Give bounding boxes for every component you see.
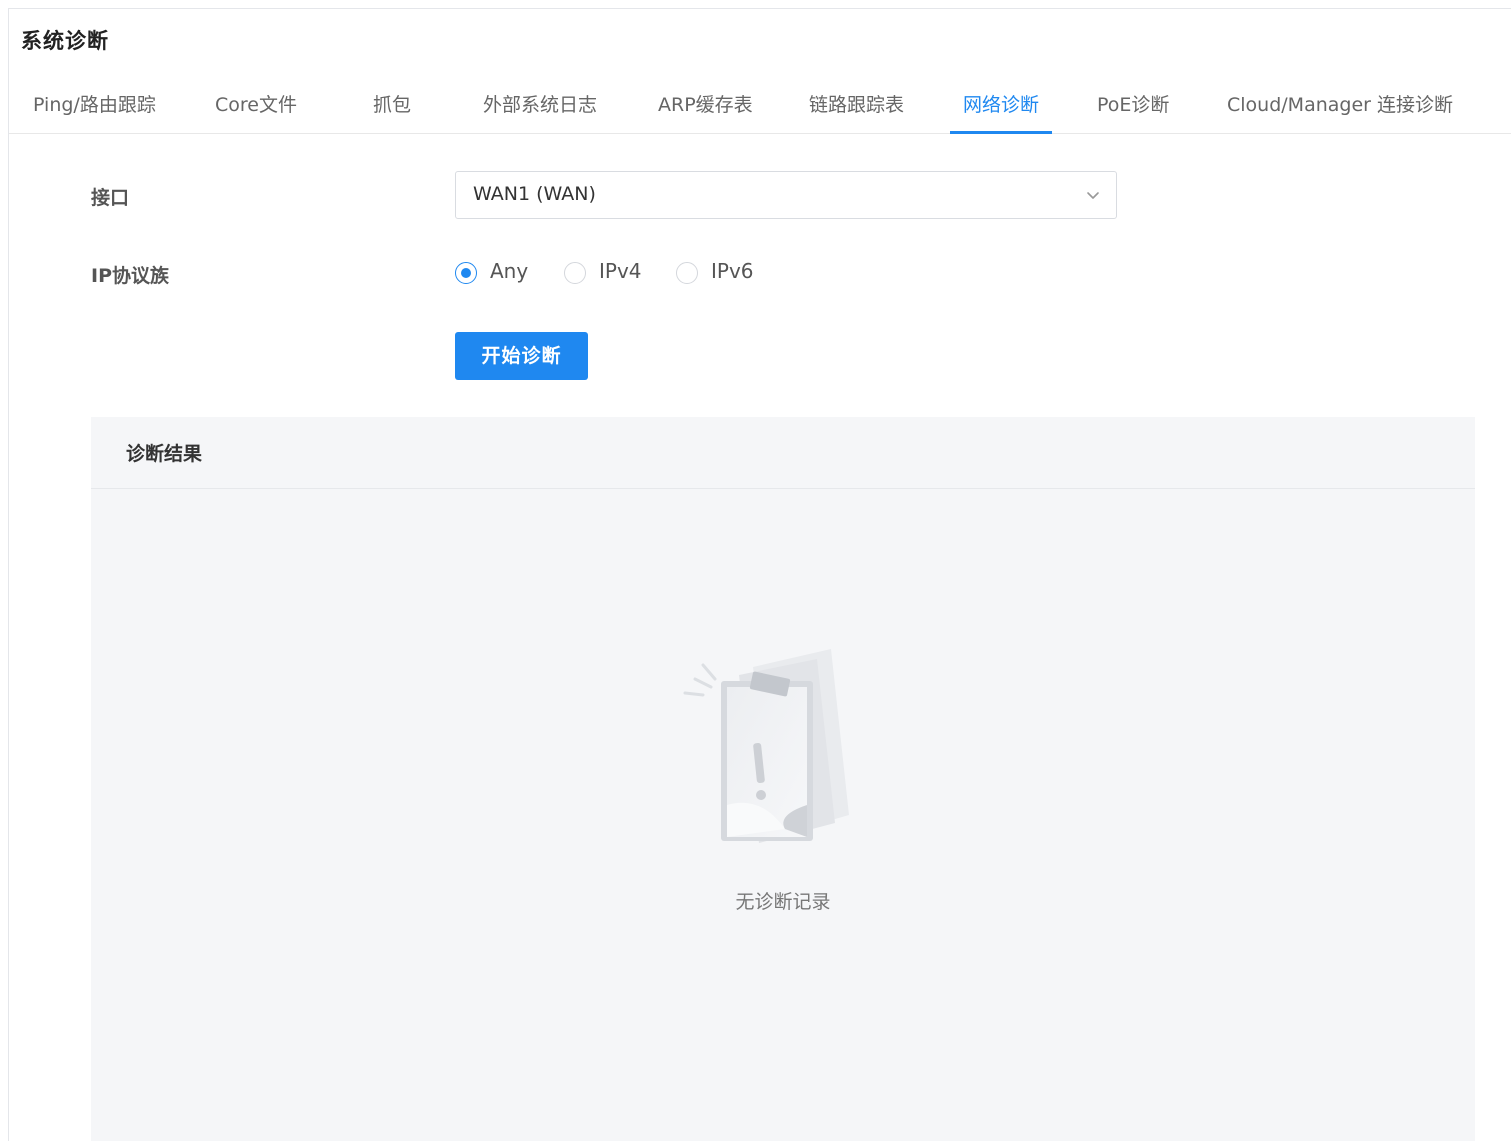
tab-network-diagnostics[interactable]: 网络诊断 (949, 87, 1053, 134)
diagnosis-result-panel: 诊断结果 无诊断记录 (91, 417, 1475, 1141)
interface-select-value: WAN1 (WAN) (473, 183, 596, 205)
radio-circle (455, 262, 477, 284)
interface-select[interactable]: WAN1 (WAN) (455, 171, 1117, 219)
interface-label: 接口 (91, 187, 130, 209)
tab-cloud-manager-diagnostics[interactable]: Cloud/Manager 连接诊断 (1227, 87, 1453, 133)
chevron-down-icon (1087, 192, 1099, 199)
result-title: 诊断结果 (126, 443, 203, 465)
radio-label: IPv4 (599, 259, 642, 283)
radio-label: IPv6 (711, 259, 754, 283)
start-diagnosis-button[interactable]: 开始诊断 (455, 332, 588, 380)
result-header: 诊断结果 (91, 417, 1475, 489)
diagnostics-page: 系统诊断 Ping/路由跟踪 Core文件 抓包 外部系统日志 ARP缓存表 链… (8, 8, 1511, 1141)
page-title: 系统诊断 (21, 29, 109, 53)
tab-bar: Ping/路由跟踪 Core文件 抓包 外部系统日志 ARP缓存表 链路跟踪表 … (9, 87, 1511, 134)
ip-family-label: IP协议族 (91, 265, 169, 287)
tab-packet-capture[interactable]: 抓包 (373, 87, 411, 133)
tab-poe-diagnostics[interactable]: PoE诊断 (1097, 87, 1169, 133)
tab-core-files[interactable]: Core文件 (215, 87, 297, 133)
empty-state-text: 无诊断记录 (735, 891, 831, 913)
tab-link-trace[interactable]: 链路跟踪表 (809, 87, 904, 133)
tab-arp-cache[interactable]: ARP缓存表 (658, 87, 753, 133)
radio-circle (564, 262, 586, 284)
radio-circle (676, 262, 698, 284)
tab-external-syslog[interactable]: 外部系统日志 (483, 87, 597, 133)
tab-ping-traceroute[interactable]: Ping/路由跟踪 (33, 87, 156, 133)
empty-clipboard-warning-icon (683, 649, 849, 843)
radio-label: Any (490, 259, 529, 283)
